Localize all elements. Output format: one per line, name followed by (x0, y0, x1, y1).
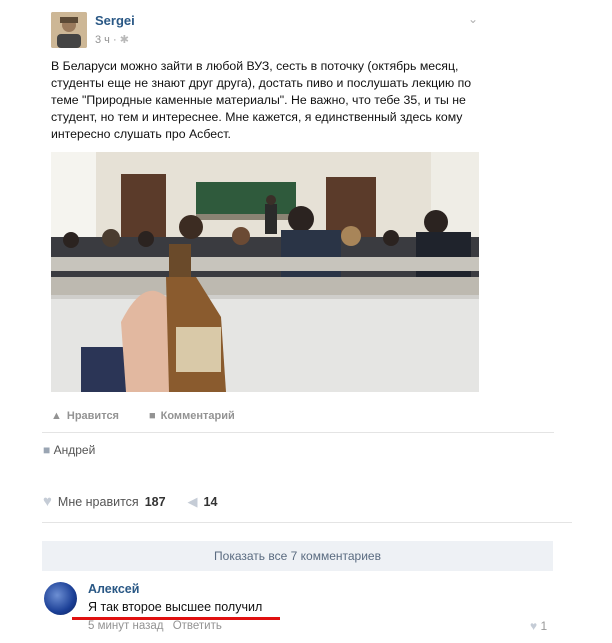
reposts-count: 14 (203, 494, 218, 509)
shared-by[interactable]: ■ Андрей (43, 443, 95, 457)
like-button[interactable]: ▲ Нравится (51, 410, 119, 422)
post-actions: ▲ Нравится ■ Комментарий (51, 410, 235, 422)
comment-time[interactable]: 5 минут назад (88, 620, 163, 632)
divider (42, 432, 554, 433)
comment-likes-count: 1 (540, 619, 548, 633)
chevron-down-icon[interactable]: ⌄ (468, 12, 478, 26)
post-author[interactable]: Sergei (95, 13, 135, 28)
comment-button[interactable]: ■ Комментарий (149, 410, 235, 422)
post-photo[interactable] (51, 152, 479, 392)
comment-like-button[interactable]: ♥ 1 (530, 619, 547, 633)
comment-meta: 5 минут назад Ответить (88, 620, 228, 632)
comment-label: Комментарий (160, 410, 235, 422)
author-avatar[interactable] (51, 12, 87, 48)
post-time-text: 3 ч · (95, 34, 120, 46)
comment-icon: ■ (148, 410, 156, 422)
comment-text: Я так второе высшее получил (88, 600, 263, 614)
thumb-up-icon: ▲ (51, 410, 62, 422)
heart-icon: ♥ (530, 619, 538, 633)
likes-count: 187 (144, 494, 166, 509)
likes-label[interactable]: Мне нравится (58, 495, 139, 509)
show-all-comments-button[interactable]: Показать все 7 комментариев (42, 541, 553, 571)
heart-icon[interactable]: ♥ (43, 493, 52, 510)
user-icon: ■ (43, 443, 51, 457)
shared-by-name: Андрей (53, 443, 96, 457)
comment-author[interactable]: Алексей (88, 582, 139, 596)
megaphone-icon[interactable]: ◀ (188, 494, 198, 510)
gear-icon[interactable]: ✱ (120, 34, 129, 46)
commenter-avatar[interactable] (44, 582, 77, 615)
divider (42, 522, 572, 523)
post-text: В Беларуси можно зайти в любой ВУЗ, сест… (51, 59, 472, 141)
post-time: 3 ч · ✱ (95, 33, 129, 46)
like-label: Нравится (66, 410, 119, 422)
reply-link[interactable]: Ответить (173, 620, 222, 632)
post-stats: ♥ Мне нравится 187 ◀ 14 (43, 493, 217, 510)
